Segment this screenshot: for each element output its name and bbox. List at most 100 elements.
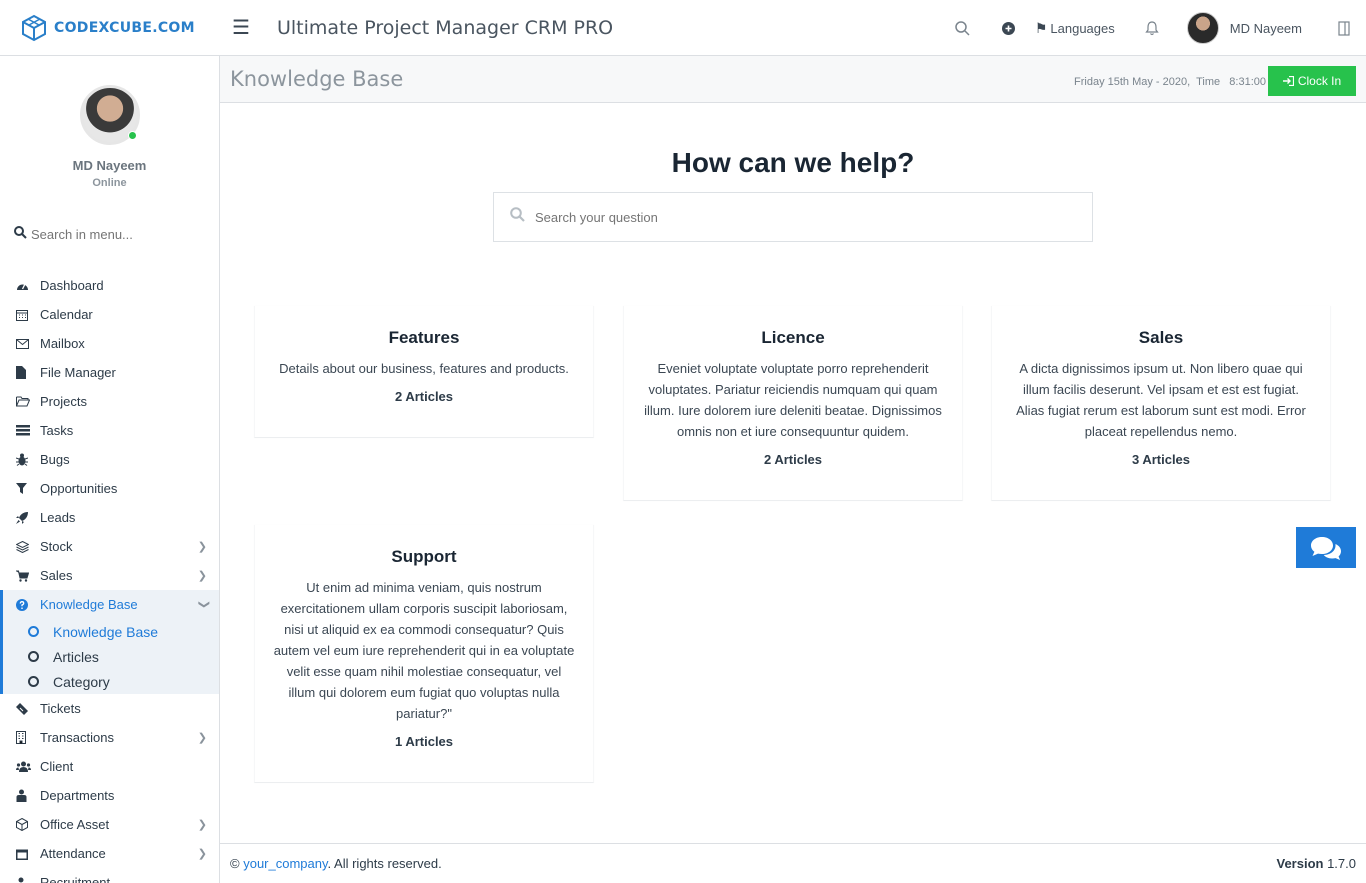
sidebar-item-sales[interactable]: Sales ❯	[0, 561, 219, 590]
sidebar: MD Nayeem Online Dashboard Calendar Mail…	[0, 56, 220, 883]
sidebar-item-bugs[interactable]: Bugs	[0, 445, 219, 474]
sidebar-item-label: File Manager	[40, 365, 116, 380]
bell-icon[interactable]	[1145, 20, 1159, 36]
date-time-display: Friday 15th May - 2020, Time 8:31:00	[1074, 76, 1266, 88]
sidebar-item-opportunities[interactable]: Opportunities	[0, 474, 219, 503]
chevron-right-icon: ❯	[197, 732, 207, 744]
sidebar-item-label: Knowledge Base	[40, 597, 138, 612]
card-description: Eveniet voluptate voluptate porro repreh…	[644, 361, 942, 439]
sidebar-item-client[interactable]: Client	[0, 752, 219, 781]
sidebar-item-label: Calendar	[40, 307, 93, 322]
menu-search-input[interactable]	[31, 226, 201, 242]
brand-logo[interactable]: CODEXCUBE.COM	[0, 14, 220, 42]
profile-status: Online	[92, 177, 127, 189]
user-name: MD Nayeem	[1229, 20, 1302, 36]
kb-category-card[interactable]: Sales A dicta dignissimos ipsum ut. Non …	[991, 306, 1331, 501]
card-title: Sales	[1138, 328, 1184, 347]
flag-icon: ⚑	[1034, 19, 1048, 36]
sidebar-item-transactions[interactable]: Transactions ❯	[0, 723, 219, 752]
sidebar-item-attendance[interactable]: Attendance ❯	[0, 839, 219, 868]
sidebar-item-label: Recruitment	[40, 875, 111, 883]
page-title: Knowledge Base	[230, 67, 404, 91]
submenu-item-articles[interactable]: Articles	[3, 644, 219, 669]
card-description: Ut enim ad minima veniam, quis nostrum e…	[273, 580, 575, 721]
search-icon[interactable]	[955, 20, 970, 36]
circle-icon	[28, 676, 39, 687]
profile-avatar[interactable]	[79, 85, 140, 145]
sidebar-item-stock[interactable]: Stock ❯	[0, 532, 219, 561]
sidebar-item-calendar[interactable]: Calendar	[0, 300, 219, 329]
calendar-icon	[16, 309, 40, 321]
circle-icon	[28, 651, 39, 662]
kb-category-card[interactable]: Support Ut enim ad minima veniam, quis n…	[254, 525, 594, 783]
avatar	[1186, 12, 1219, 44]
menu-toggle-icon[interactable]: ☰	[232, 15, 262, 40]
sidebar-item-label: Tickets	[40, 701, 81, 716]
user-menu[interactable]: MD Nayeem	[1186, 12, 1302, 44]
ticket-icon	[16, 702, 40, 715]
dashboard-icon	[16, 280, 40, 291]
sign-in-icon	[1282, 76, 1294, 86]
help-heading: How can we help?	[671, 147, 915, 178]
card-description: Details about our business, features and…	[279, 361, 569, 376]
sidebar-item-recruitment[interactable]: Recruitment	[0, 868, 219, 883]
chat-bubbles-icon	[1310, 535, 1342, 561]
sidebar-item-projects[interactable]: Projects	[0, 387, 219, 416]
footer-version: Version 1.7.0	[1276, 856, 1356, 871]
sidebar-item-leads[interactable]: Leads	[0, 503, 219, 532]
kb-category-card[interactable]: Features Details about our business, fea…	[254, 306, 594, 438]
card-article-count: 3 Articles	[1131, 452, 1191, 467]
sidebar-item-knowledge-base[interactable]: Knowledge Base ❯	[0, 590, 219, 619]
sidebar-item-mailbox[interactable]: Mailbox	[0, 329, 219, 358]
circle-icon	[28, 626, 39, 637]
tasks-icon	[16, 425, 40, 436]
mail-icon	[16, 338, 40, 349]
add-circle-icon[interactable]	[1001, 21, 1015, 35]
sidebar-item-office-asset[interactable]: Office Asset ❯	[0, 810, 219, 839]
sidebar-item-label: Sales	[40, 568, 73, 583]
cart-icon	[16, 570, 40, 582]
users-icon	[16, 761, 40, 772]
sidebar-item-label: Dashboard	[40, 278, 104, 293]
sidebar-item-tasks[interactable]: Tasks	[0, 416, 219, 445]
submenu-item-knowledge-base[interactable]: Knowledge Base	[3, 619, 219, 644]
sidebar-item-file-manager[interactable]: File Manager	[0, 358, 219, 387]
sidebar-item-label: Office Asset	[40, 817, 110, 832]
app-title: Ultimate Project Manager CRM PRO	[277, 16, 614, 39]
sidebar-panel-icon[interactable]	[1338, 20, 1350, 36]
rocket-icon	[16, 511, 40, 524]
submenu-item-category[interactable]: Category	[3, 669, 219, 694]
card-title: Licence	[761, 328, 825, 347]
kb-category-card[interactable]: Licence Eveniet voluptate voluptate porr…	[623, 306, 963, 501]
submenu-item-label: Knowledge Base	[53, 623, 159, 640]
languages-label: Languages	[1050, 20, 1115, 36]
folder-icon	[16, 396, 40, 407]
languages-menu[interactable]: ⚑ Languages	[1035, 20, 1115, 37]
sidebar-item-dashboard[interactable]: Dashboard	[0, 271, 219, 300]
sidebar-item-label: Bugs	[40, 452, 70, 467]
card-article-count: 2 Articles	[394, 389, 454, 404]
clock-in-button[interactable]: Clock In	[1268, 66, 1356, 96]
cube-logo-icon	[20, 14, 48, 42]
submenu-item-label: Articles	[53, 648, 99, 665]
footer: © your_company. All rights reserved. Ver…	[220, 843, 1366, 883]
card-description: A dicta dignissimos ipsum ut. Non libero…	[1016, 361, 1306, 439]
company-link[interactable]: your_company	[243, 856, 327, 871]
top-header: CODEXCUBE.COM ☰ Ultimate Project Manager…	[0, 0, 1366, 56]
bug-icon	[16, 453, 40, 466]
help-search-input[interactable]	[535, 209, 1075, 225]
online-status-dot	[127, 131, 137, 140]
card-title: Support	[391, 547, 457, 566]
chat-button[interactable]	[1296, 527, 1356, 568]
card-article-count: 1 Articles	[394, 734, 454, 749]
sidebar-item-tickets[interactable]: Tickets	[0, 694, 219, 723]
sidebar-item-departments[interactable]: Departments	[0, 781, 219, 810]
card-title: Features	[388, 328, 460, 347]
menu-search	[0, 226, 219, 242]
footer-copyright: © your_company. All rights reserved.	[230, 856, 442, 871]
chevron-right-icon: ❯	[197, 819, 207, 831]
sidebar-item-label: Attendance	[40, 846, 106, 861]
layers-icon	[16, 540, 40, 553]
sidebar-item-label: Projects	[40, 394, 87, 409]
knowledge-base-submenu: Knowledge Base Articles Category	[0, 619, 219, 694]
